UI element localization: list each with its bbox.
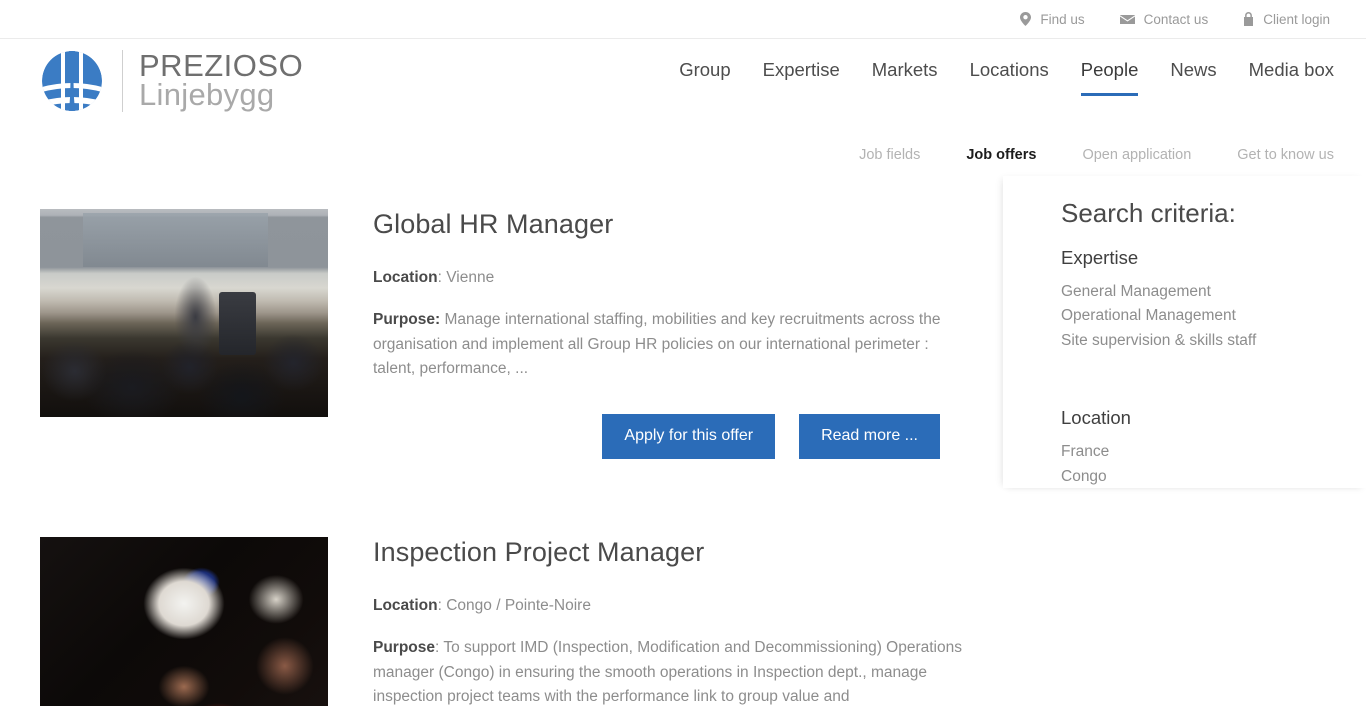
topbar-link-client-login[interactable]: Client login <box>1243 12 1330 27</box>
job-location-value: Congo / Pointe-Noire <box>446 596 591 614</box>
topbar-link-label: Contact us <box>1143 11 1209 27</box>
topbar-link-contact-us[interactable]: Contact us <box>1119 11 1209 27</box>
nav-item-expertise[interactable]: Expertise <box>763 59 840 93</box>
nav-item-media-box[interactable]: Media box <box>1249 59 1334 93</box>
job-offer-item: Inspection Project Manager Location: Con… <box>40 536 970 706</box>
topbar-link-label: Find us <box>1040 11 1085 27</box>
logo-wordmark: PREZIOSO Linjebygg <box>139 50 303 112</box>
job-offer-item: Global HR Manager Location: Vienne Purpo… <box>40 209 970 459</box>
job-thumbnail[interactable] <box>40 209 328 417</box>
job-location-separator: : <box>437 269 447 286</box>
job-title[interactable]: Inspection Project Manager <box>373 537 970 568</box>
job-location-separator: : <box>437 596 447 614</box>
job-purpose-label: Purpose <box>373 639 436 657</box>
job-details: Inspection Project Manager Location: Con… <box>373 537 970 706</box>
topbar-link-label: Client login <box>1263 11 1330 27</box>
main-navigation: Group Expertise Markets Locations People… <box>679 59 1334 96</box>
envelope-icon <box>1119 14 1135 25</box>
topbar-link-find-us[interactable]: Find us <box>1020 11 1085 27</box>
sidebar-criteria-item[interactable]: Operational Management <box>1061 304 1336 328</box>
job-title[interactable]: Global HR Manager <box>373 209 970 240</box>
job-purpose-line: Purpose: To support IMD (Inspection, Mod… <box>373 636 970 706</box>
page-body: Global HR Manager Location: Vienne Purpo… <box>0 161 1366 706</box>
job-location-label: Location <box>373 596 438 614</box>
logo-divider <box>122 50 123 112</box>
job-location-line: Location: Congo / Pointe-Noire <box>373 594 970 618</box>
job-location-value: Vienne <box>446 269 495 286</box>
read-more-button[interactable]: Read more ... <box>799 413 940 459</box>
job-purpose-value: To support IMD (Inspection, Modification… <box>373 639 962 706</box>
industrial-workers-photo <box>40 536 328 706</box>
job-location-line: Location: Vienne <box>373 266 970 290</box>
site-logo[interactable]: PREZIOSO Linjebygg <box>40 49 303 113</box>
sidebar-criteria-item[interactable]: Congo <box>1061 465 1336 489</box>
job-actions: Apply for this offer Read more ... <box>373 413 970 459</box>
search-criteria-sidebar: Search criteria: Expertise General Manag… <box>1003 176 1366 488</box>
job-details: Global HR Manager Location: Vienne Purpo… <box>373 209 970 459</box>
sidebar-group-heading: Location <box>1061 407 1131 429</box>
sidebar-criteria-item[interactable]: Site supervision & skills staff <box>1061 329 1336 353</box>
nav-item-markets[interactable]: Markets <box>872 59 938 93</box>
sidebar-group-expertise: Expertise General Management Operational… <box>1061 247 1336 353</box>
conference-presentation-photo <box>40 209 328 417</box>
apply-for-this-offer-button[interactable]: Apply for this offer <box>602 413 776 459</box>
job-thumbnail[interactable] <box>40 536 328 706</box>
nav-item-group[interactable]: Group <box>679 59 730 93</box>
top-utility-bar: Find us Contact us Client login <box>0 0 1366 39</box>
job-purpose-value: Manage international staffing, mobilitie… <box>373 311 941 378</box>
globe-logo-icon <box>40 49 104 113</box>
sidebar-criteria-item[interactable]: General Management <box>1061 280 1336 304</box>
sidebar-group-location: Location France Congo <box>1061 407 1336 489</box>
sidebar-group-heading: Expertise <box>1061 247 1139 268</box>
job-offer-list: Global HR Manager Location: Vienne Purpo… <box>40 209 970 706</box>
nav-item-people[interactable]: People <box>1080 59 1139 96</box>
map-pin-icon <box>1020 12 1032 26</box>
nav-item-locations[interactable]: Locations <box>970 59 1049 93</box>
job-purpose-line: Purpose: Manage international staffing, … <box>373 308 970 381</box>
logo-line-2: Linjebygg <box>139 77 275 112</box>
lock-icon <box>1243 12 1254 26</box>
job-location-label: Location <box>373 269 438 286</box>
sidebar-criteria-item[interactable]: France <box>1061 440 1336 464</box>
nav-item-news[interactable]: News <box>1170 59 1216 93</box>
sidebar-title: Search criteria: <box>1061 198 1236 228</box>
job-purpose-label: Purpose: <box>373 311 441 329</box>
site-header: PREZIOSO Linjebygg Group Expertise Marke… <box>0 39 1366 163</box>
